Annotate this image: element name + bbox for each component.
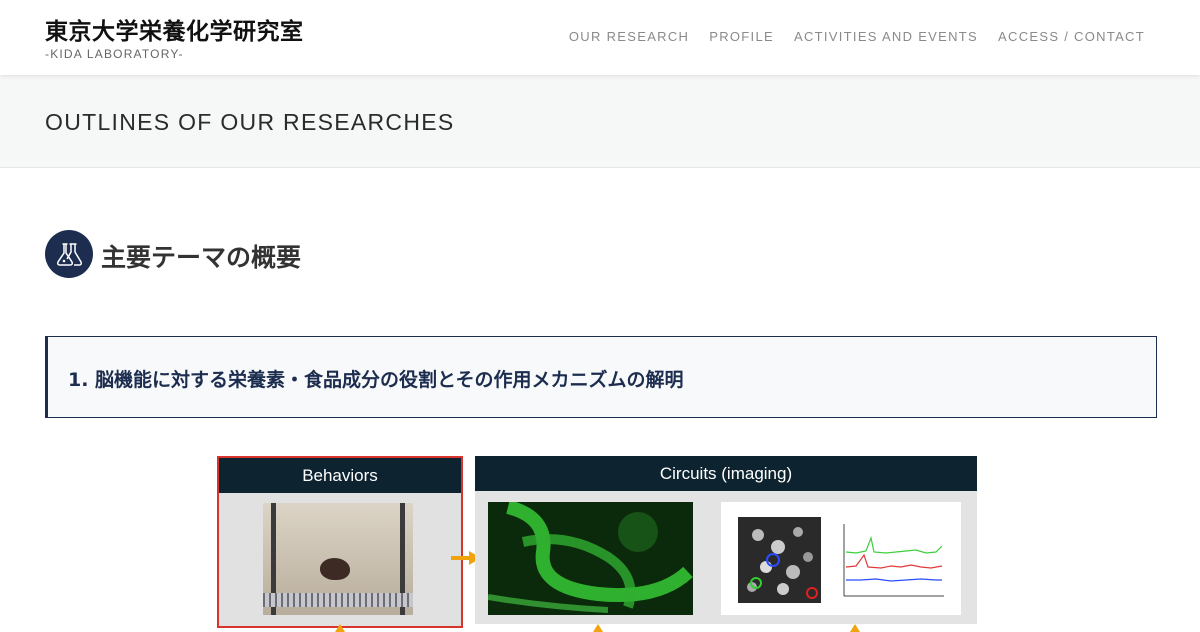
circuits-panel-title: Circuits (imaging) <box>475 456 977 491</box>
nav-our-research[interactable]: OUR RESEARCH <box>569 29 689 44</box>
cell-image <box>738 517 821 603</box>
site-title[interactable]: 東京大学栄養化学研究室 <box>45 18 304 46</box>
arrow-up-icon <box>335 624 345 632</box>
site-header: 東京大学栄養化学研究室 -KIDA LABORATORY- OUR RESEAR… <box>0 0 1200 75</box>
nav-access-contact[interactable]: ACCESS / CONTACT <box>998 29 1145 44</box>
calcium-imaging-panel <box>721 502 961 615</box>
flask-icon <box>45 230 93 278</box>
site-subtitle: -KIDA LABORATORY- <box>45 47 184 61</box>
behaviors-panel-title: Behaviors <box>219 458 461 493</box>
topic-title: 1. 脳機能に対する栄養素・食品成分の役割とその作用メカニズムの解明 <box>68 369 684 391</box>
mouse-cage-photo <box>263 503 413 615</box>
circuits-panel: Circuits (imaging) <box>475 456 977 624</box>
page-title: OUTLINES OF OUR RESEARCHES <box>45 109 455 135</box>
nav-profile[interactable]: PROFILE <box>709 29 774 44</box>
mouse-image <box>320 558 350 580</box>
arrow-up-icon <box>850 624 860 632</box>
section-heading: 主要テーマの概要 <box>101 243 302 272</box>
hippocampus-image <box>488 502 693 615</box>
main-nav: OUR RESEARCH PROFILE ACTIVITIES AND EVEN… <box>569 29 1145 44</box>
behaviors-panel: Behaviors <box>217 456 463 628</box>
fluorescence-trace-plot <box>836 522 946 607</box>
topic-box: 1. 脳機能に対する栄養素・食品成分の役割とその作用メカニズムの解明 <box>45 336 1157 418</box>
research-figure: Behaviors Circuits (imaging) <box>215 454 979 632</box>
arrow-up-icon <box>593 624 603 632</box>
nav-activities-and-events[interactable]: ACTIVITIES AND EVENTS <box>794 29 978 44</box>
